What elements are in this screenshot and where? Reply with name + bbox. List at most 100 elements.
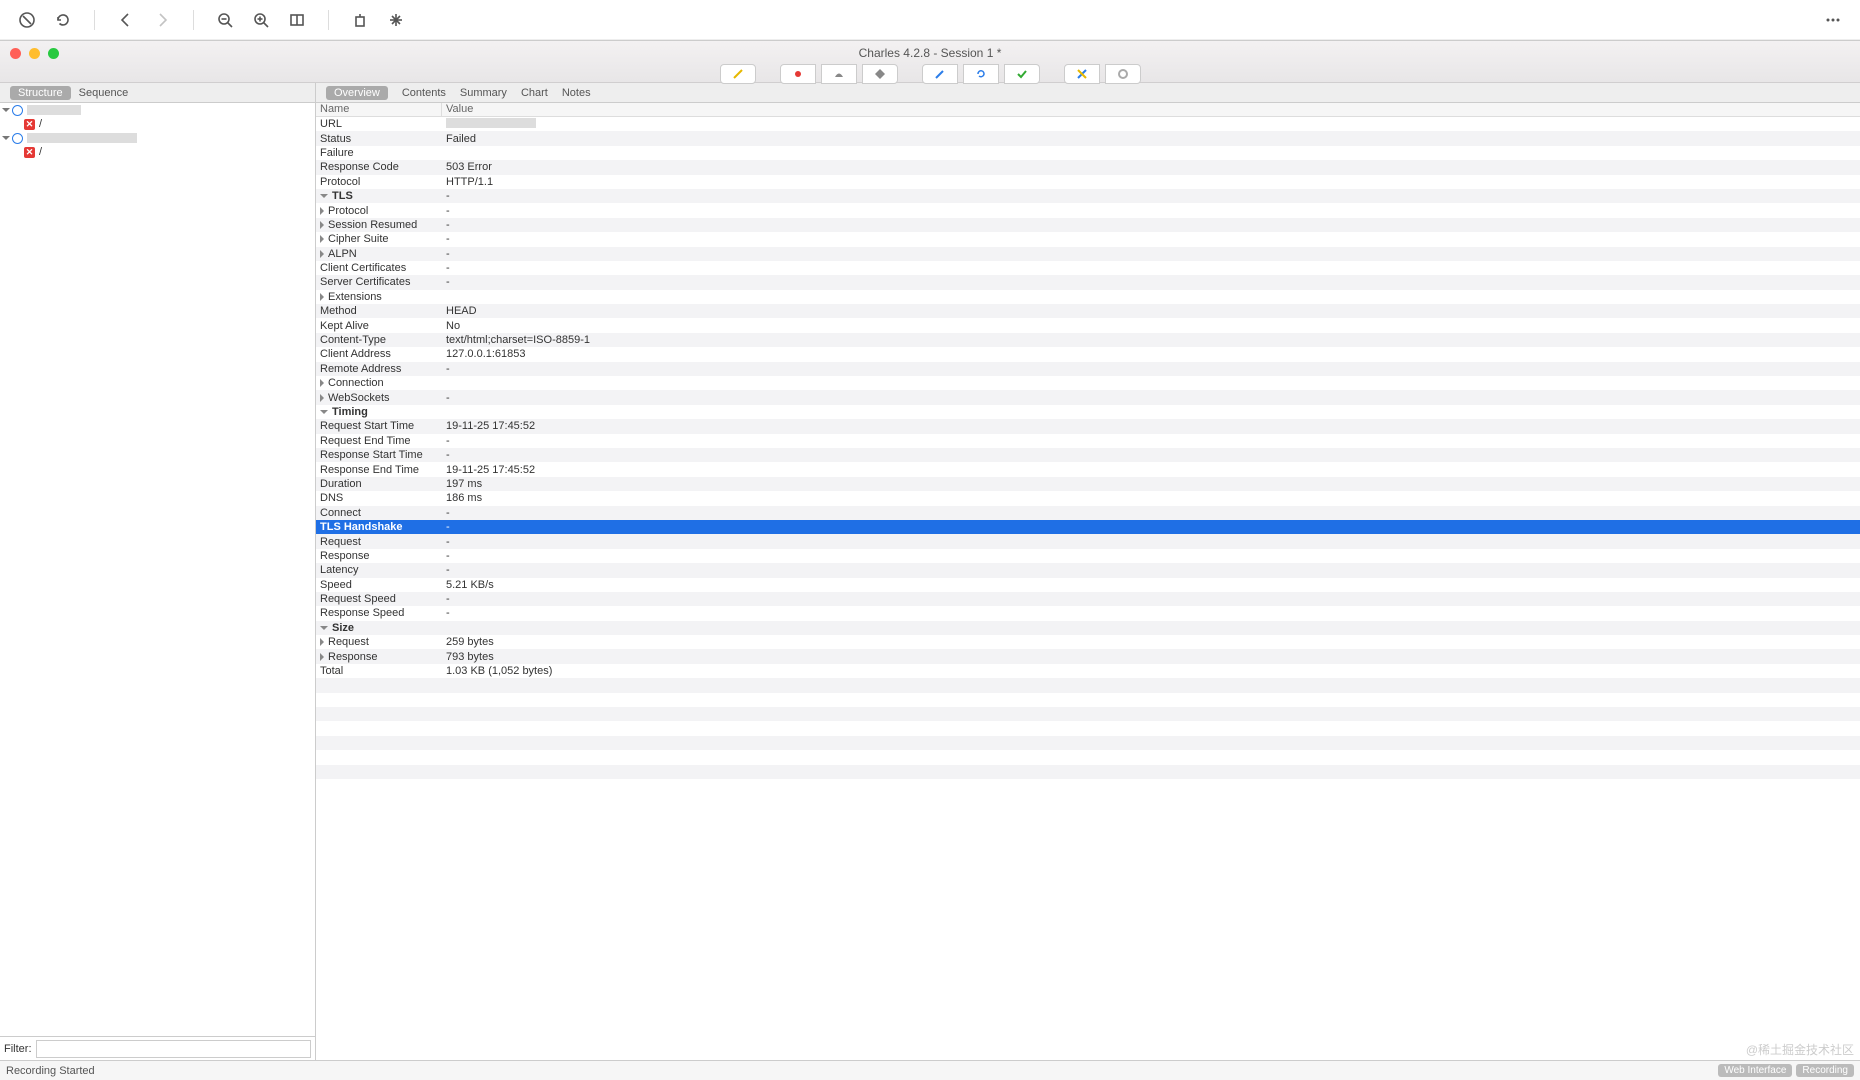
- disclosure-triangle-icon[interactable]: [320, 207, 324, 215]
- stop-icon[interactable]: [12, 5, 42, 35]
- row-connection[interactable]: Connection: [316, 376, 1860, 390]
- tab-sequence[interactable]: Sequence: [79, 87, 129, 99]
- row-timing[interactable]: Timing: [316, 405, 1860, 419]
- disclosure-triangle-icon[interactable]: [320, 379, 324, 387]
- row-req-start[interactable]: Request Start Time19-11-25 17:45:52: [316, 419, 1860, 433]
- status-badge-webinterface[interactable]: Web Interface: [1718, 1064, 1792, 1077]
- row-tls-alpn[interactable]: ALPN-: [316, 247, 1860, 261]
- disclosure-triangle-icon[interactable]: [320, 235, 324, 243]
- row-websockets[interactable]: WebSockets-: [316, 390, 1860, 404]
- tree-path-2[interactable]: ✕/: [0, 145, 315, 159]
- row-remote-address[interactable]: Remote Address-: [316, 362, 1860, 376]
- tree-host-1[interactable]: [0, 103, 315, 117]
- row-protocol[interactable]: ProtocolHTTP/1.1: [316, 175, 1860, 189]
- row-size-response[interactable]: Response793 bytes: [316, 649, 1860, 663]
- row-tls-protocol[interactable]: Protocol-: [316, 203, 1860, 217]
- row-status[interactable]: StatusFailed: [316, 131, 1860, 145]
- col-name[interactable]: Name: [316, 103, 442, 116]
- structure-tree[interactable]: ✕/ ✕/: [0, 103, 315, 1036]
- row-method[interactable]: MethodHEAD: [316, 304, 1860, 318]
- row-latency[interactable]: Latency-: [316, 563, 1860, 577]
- app-window: Charles 4.2.8 - Session 1 * Structure Se…: [0, 40, 1860, 1080]
- row-tls-server-cert[interactable]: Server Certificates-: [316, 275, 1860, 289]
- browser-toolbar: [0, 0, 1860, 40]
- zoom-out-icon[interactable]: [210, 5, 240, 35]
- row-tls-client-cert[interactable]: Client Certificates-: [316, 261, 1860, 275]
- refresh-icon[interactable]: [48, 5, 78, 35]
- row-tls-extensions[interactable]: Extensions: [316, 290, 1860, 304]
- row-resp-speed[interactable]: Response Speed-: [316, 606, 1860, 620]
- row-duration[interactable]: Duration197 ms: [316, 477, 1860, 491]
- throttle-icon[interactable]: [821, 64, 857, 84]
- row-tls-session[interactable]: Session Resumed-: [316, 218, 1860, 232]
- compose-icon[interactable]: [922, 64, 958, 84]
- row-response-code[interactable]: Response Code503 Error: [316, 160, 1860, 174]
- minimize-window-icon[interactable]: [29, 48, 40, 59]
- status-badge-recording[interactable]: Recording: [1796, 1064, 1854, 1077]
- row-total[interactable]: Total1.03 KB (1,052 bytes): [316, 664, 1860, 678]
- tab-notes[interactable]: Notes: [562, 87, 591, 99]
- row-client-address[interactable]: Client Address127.0.0.1:61853: [316, 347, 1860, 361]
- disclosure-triangle-icon[interactable]: [320, 394, 324, 402]
- row-url[interactable]: URL: [316, 117, 1860, 131]
- separator: [328, 10, 329, 30]
- tab-chart[interactable]: Chart: [521, 87, 548, 99]
- empty-row: [316, 678, 1860, 692]
- more-icon[interactable]: [1818, 5, 1848, 35]
- rotate-icon[interactable]: [345, 5, 375, 35]
- tab-summary[interactable]: Summary: [460, 87, 507, 99]
- row-resp-start[interactable]: Response Start Time-: [316, 448, 1860, 462]
- detail-tabs: Overview Contents Summary Chart Notes: [316, 83, 1860, 103]
- repeat-icon[interactable]: [963, 64, 999, 84]
- row-tls-cipher[interactable]: Cipher Suite-: [316, 232, 1860, 246]
- tree-path-1[interactable]: ✕/: [0, 117, 315, 131]
- left-pane: Structure Sequence ✕/ ✕/ Filter:: [0, 83, 316, 1060]
- row-size-request[interactable]: Request259 bytes: [316, 635, 1860, 649]
- disclosure-triangle-icon[interactable]: [320, 194, 328, 198]
- close-window-icon[interactable]: [10, 48, 21, 59]
- row-connect[interactable]: Connect-: [316, 506, 1860, 520]
- forward-icon[interactable]: [147, 5, 177, 35]
- row-content-type[interactable]: Content-Typetext/html;charset=ISO-8859-1: [316, 333, 1860, 347]
- fit-width-icon[interactable]: [282, 5, 312, 35]
- tree-host-2[interactable]: [0, 131, 315, 145]
- row-kept-alive[interactable]: Kept AliveNo: [316, 318, 1860, 332]
- disclosure-triangle-icon[interactable]: [320, 626, 328, 630]
- host-label: [27, 133, 137, 143]
- broom-icon[interactable]: [720, 64, 756, 84]
- breakpoints-icon[interactable]: [862, 64, 898, 84]
- disclosure-triangle-icon[interactable]: [320, 221, 324, 229]
- row-response[interactable]: Response-: [316, 549, 1860, 563]
- row-resp-end[interactable]: Response End Time19-11-25 17:45:52: [316, 462, 1860, 476]
- row-req-speed[interactable]: Request Speed-: [316, 592, 1860, 606]
- maximize-window-icon[interactable]: [48, 48, 59, 59]
- filter-label: Filter:: [4, 1043, 32, 1055]
- disclosure-triangle-icon[interactable]: [320, 293, 324, 301]
- disclosure-triangle-icon[interactable]: [320, 250, 324, 258]
- row-tls[interactable]: TLS-: [316, 189, 1860, 203]
- tab-structure[interactable]: Structure: [10, 86, 71, 100]
- filter-input[interactable]: [36, 1040, 312, 1058]
- col-value[interactable]: Value: [442, 103, 1860, 116]
- row-failure[interactable]: Failure: [316, 146, 1860, 160]
- row-request[interactable]: Request-: [316, 534, 1860, 548]
- disclosure-triangle-icon[interactable]: [320, 410, 328, 414]
- content-area: Structure Sequence ✕/ ✕/ Filter: Overvie…: [0, 83, 1860, 1060]
- zoom-in-icon[interactable]: [246, 5, 276, 35]
- back-icon[interactable]: [111, 5, 141, 35]
- row-tls-handshake[interactable]: TLS Handshake-: [316, 520, 1860, 534]
- tab-contents[interactable]: Contents: [402, 87, 446, 99]
- tab-overview[interactable]: Overview: [326, 86, 388, 100]
- disclosure-triangle-icon[interactable]: [320, 653, 324, 661]
- row-size[interactable]: Size: [316, 621, 1860, 635]
- row-req-end[interactable]: Request End Time-: [316, 434, 1860, 448]
- tools-icon[interactable]: [1064, 64, 1100, 84]
- overview-rows[interactable]: URL StatusFailed Failure Response Code50…: [316, 117, 1860, 1060]
- sparkle-icon[interactable]: [381, 5, 411, 35]
- disclosure-triangle-icon[interactable]: [320, 638, 324, 646]
- settings-icon[interactable]: [1105, 64, 1141, 84]
- row-dns[interactable]: DNS186 ms: [316, 491, 1860, 505]
- validate-icon[interactable]: [1004, 64, 1040, 84]
- row-speed[interactable]: Speed5.21 KB/s: [316, 578, 1860, 592]
- record-icon[interactable]: [780, 64, 816, 84]
